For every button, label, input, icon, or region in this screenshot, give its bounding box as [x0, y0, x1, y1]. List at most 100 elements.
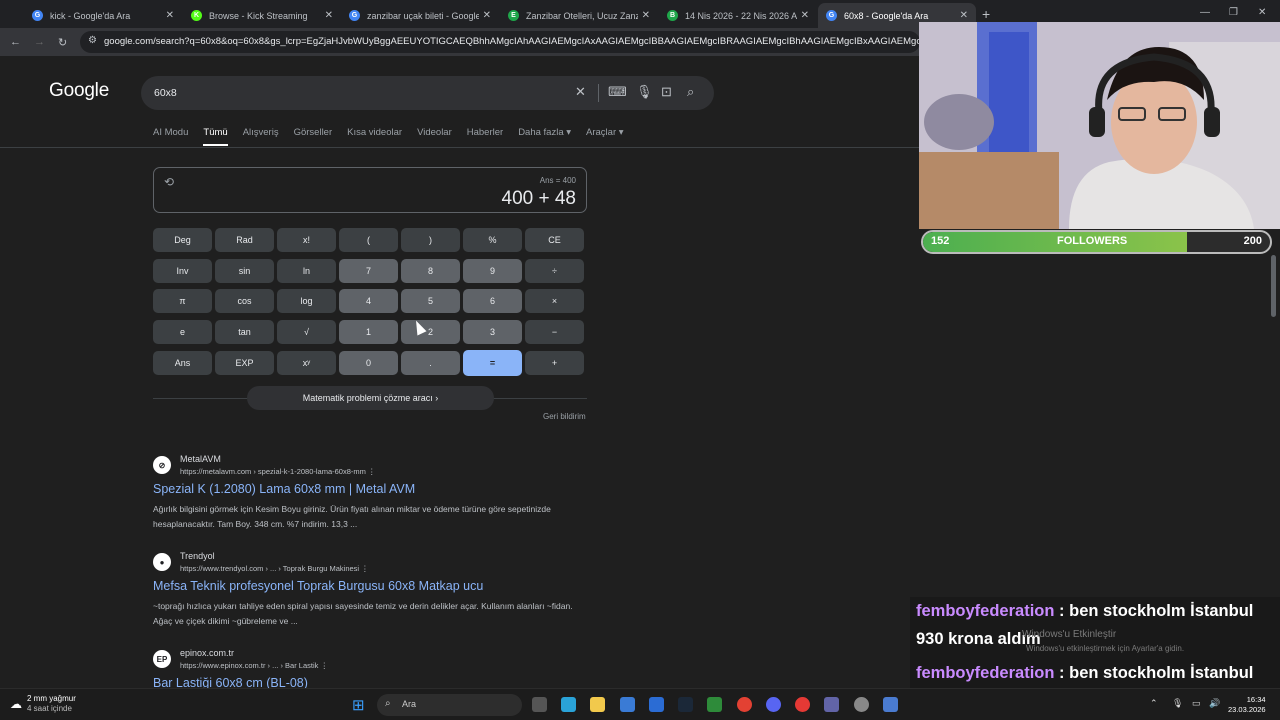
calc-key[interactable]: CE — [525, 228, 584, 252]
new-tab-button[interactable]: + — [982, 6, 990, 22]
calc-key[interactable]: ln — [277, 258, 336, 283]
result-site[interactable]: MetalAVM — [180, 454, 221, 464]
tray-chevron-icon[interactable]: ⌃ — [1150, 698, 1158, 709]
calc-key[interactable]: ) — [401, 228, 460, 252]
feedback-link[interactable]: Geri bildirim — [543, 412, 586, 421]
calc-key[interactable]: tan — [215, 320, 274, 345]
browser-tab[interactable]: Gkick - Google'da Ara ✕ — [24, 3, 182, 28]
site-favicon-icon[interactable]: EP — [153, 650, 171, 668]
calc-key[interactable]: EXP — [215, 350, 274, 375]
forward-icon[interactable]: → — [34, 36, 45, 48]
calc-key[interactable]: 1 — [339, 320, 398, 345]
obs-icon[interactable] — [854, 697, 869, 712]
search-tab[interactable]: Görseller — [294, 127, 333, 146]
microphone-icon[interactable]: 🎙 — [636, 84, 653, 100]
site-favicon-icon[interactable]: ⊘ — [153, 456, 171, 474]
close-tab-icon[interactable]: ✕ — [325, 10, 333, 21]
result-title[interactable]: Bar Lastiği 60x8 cm (BL-08) — [153, 676, 308, 688]
file-explorer-icon[interactable] — [590, 697, 605, 712]
calc-key[interactable]: 9 — [463, 258, 522, 283]
calc-key[interactable]: % — [463, 228, 522, 252]
search-tab[interactable]: AI Modu — [153, 127, 188, 146]
search-tab[interactable]: Videolar — [417, 127, 452, 146]
calc-key[interactable]: Deg — [153, 228, 212, 252]
calc-key[interactable]: x! — [277, 228, 336, 252]
reload-icon[interactable]: ↻ — [58, 36, 67, 49]
result-site[interactable]: epinox.com.tr — [180, 648, 234, 658]
search-tab[interactable]: Tümü — [203, 127, 228, 146]
site-favicon-icon[interactable]: ● — [153, 553, 171, 571]
app-icon[interactable] — [883, 697, 898, 712]
calc-key[interactable]: e — [153, 320, 212, 345]
calc-key[interactable]: ( — [339, 228, 398, 252]
site-info-icon[interactable]: ⚙ — [88, 35, 97, 46]
calc-key[interactable]: 8 — [401, 258, 460, 283]
calc-key[interactable]: 5 — [401, 289, 460, 314]
keyboard-icon[interactable]: ⌨ — [608, 84, 627, 100]
browser-tab[interactable]: K Browse - Kick Streaming ✕ — [183, 3, 341, 28]
close-tab-icon[interactable]: ✕ — [483, 10, 491, 21]
widgets-icon[interactable] — [561, 697, 576, 712]
calc-key[interactable]: π — [153, 289, 212, 314]
maximize-icon[interactable]: ❐ — [1229, 7, 1238, 18]
media-player-icon[interactable] — [795, 697, 810, 712]
calc-key[interactable]: − — [525, 320, 584, 345]
xbox-icon[interactable] — [707, 697, 722, 712]
calc-key[interactable]: 2 — [401, 320, 460, 345]
taskbar-search[interactable]: ⌕ Ara — [377, 694, 522, 716]
page-scrollbar[interactable] — [1271, 255, 1276, 317]
network-icon[interactable]: ▭ — [1192, 698, 1201, 709]
close-tab-icon[interactable]: ✕ — [801, 10, 809, 21]
mail-icon[interactable] — [649, 697, 664, 712]
result-url[interactable]: https://www.trendyol.com › ... › Toprak … — [180, 564, 369, 573]
calc-key[interactable]: . — [401, 350, 460, 375]
search-tab[interactable]: Alışveriş — [243, 127, 279, 146]
calc-key[interactable]: 3 — [463, 320, 522, 345]
weather-widget[interactable]: ☁ 2 mm yağmur 4 saat içinde — [10, 694, 76, 714]
close-tab-icon[interactable]: ✕ — [166, 10, 174, 21]
result-site[interactable]: Trendyol — [180, 551, 215, 561]
search-box[interactable]: 60x8 ✕ ⌨ 🎙 ⊡ ⌕ — [141, 76, 714, 110]
windows-start-icon[interactable]: ⊞ — [352, 696, 365, 714]
calc-key[interactable]: Rad — [215, 228, 274, 252]
search-tab[interactable]: Kısa videolar — [347, 127, 402, 146]
math-solver-button[interactable]: Matematik problemi çözme aracı › — [247, 386, 494, 410]
lens-icon[interactable]: ⊡ — [661, 84, 672, 100]
calc-key[interactable]: cos — [215, 289, 274, 314]
search-query[interactable]: 60x8 — [154, 87, 177, 99]
calc-key[interactable]: Ans — [153, 350, 212, 375]
close-tab-icon[interactable]: ✕ — [960, 10, 968, 21]
result-url[interactable]: https://metalavm.com › spezial-k-1-2080-… — [180, 467, 375, 476]
calc-key[interactable]: xʸ — [277, 350, 336, 375]
steam-icon[interactable] — [678, 697, 693, 712]
task-view-icon[interactable] — [532, 697, 547, 712]
close-window-icon[interactable]: ✕ — [1258, 7, 1266, 18]
minimize-icon[interactable]: — — [1200, 7, 1210, 18]
result-url[interactable]: https://www.epinox.com.tr › ... › Bar La… — [180, 661, 328, 670]
google-logo[interactable]: Google — [49, 80, 109, 102]
close-tab-icon[interactable]: ✕ — [642, 10, 650, 21]
search-tab[interactable]: Daha fazla ▾ — [518, 127, 571, 146]
search-tab[interactable]: Araçlar ▾ — [586, 127, 624, 146]
calc-key[interactable]: 6 — [463, 289, 522, 314]
search-icon[interactable]: ⌕ — [687, 84, 694, 100]
calc-key[interactable]: ÷ — [525, 258, 584, 283]
browser-tab[interactable]: E Zanzibar Otelleri, Ucuz Zanzibar ✕ — [500, 3, 658, 28]
history-icon[interactable]: ⟲ — [164, 175, 174, 189]
chrome-icon[interactable] — [737, 697, 752, 712]
search-tab[interactable]: Haberler — [467, 127, 503, 146]
microphone-tray-icon[interactable]: 🎙 — [1172, 698, 1183, 709]
result-title[interactable]: Spezial K (1.2080) Lama 60x8 mm | Metal … — [153, 482, 415, 496]
system-clock[interactable]: 16:34 23.03.2026 — [1228, 695, 1266, 715]
calc-key[interactable]: 4 — [339, 289, 398, 314]
calc-key[interactable]: 0 — [339, 350, 398, 375]
calc-key[interactable]: + — [525, 350, 584, 375]
browser-tab[interactable]: Gzanzibar uçak bileti - Google'da Ara ✕ — [341, 3, 499, 28]
calc-key[interactable]: sin — [215, 258, 274, 283]
volume-icon[interactable]: 🔊 — [1209, 698, 1220, 709]
back-icon[interactable]: ← — [10, 36, 21, 48]
calc-key[interactable]: × — [525, 289, 584, 314]
teams-icon[interactable] — [824, 697, 839, 712]
calc-key[interactable]: 7 — [339, 258, 398, 283]
result-title[interactable]: Mefsa Teknik profesyonel Toprak Burgusu … — [153, 579, 483, 593]
